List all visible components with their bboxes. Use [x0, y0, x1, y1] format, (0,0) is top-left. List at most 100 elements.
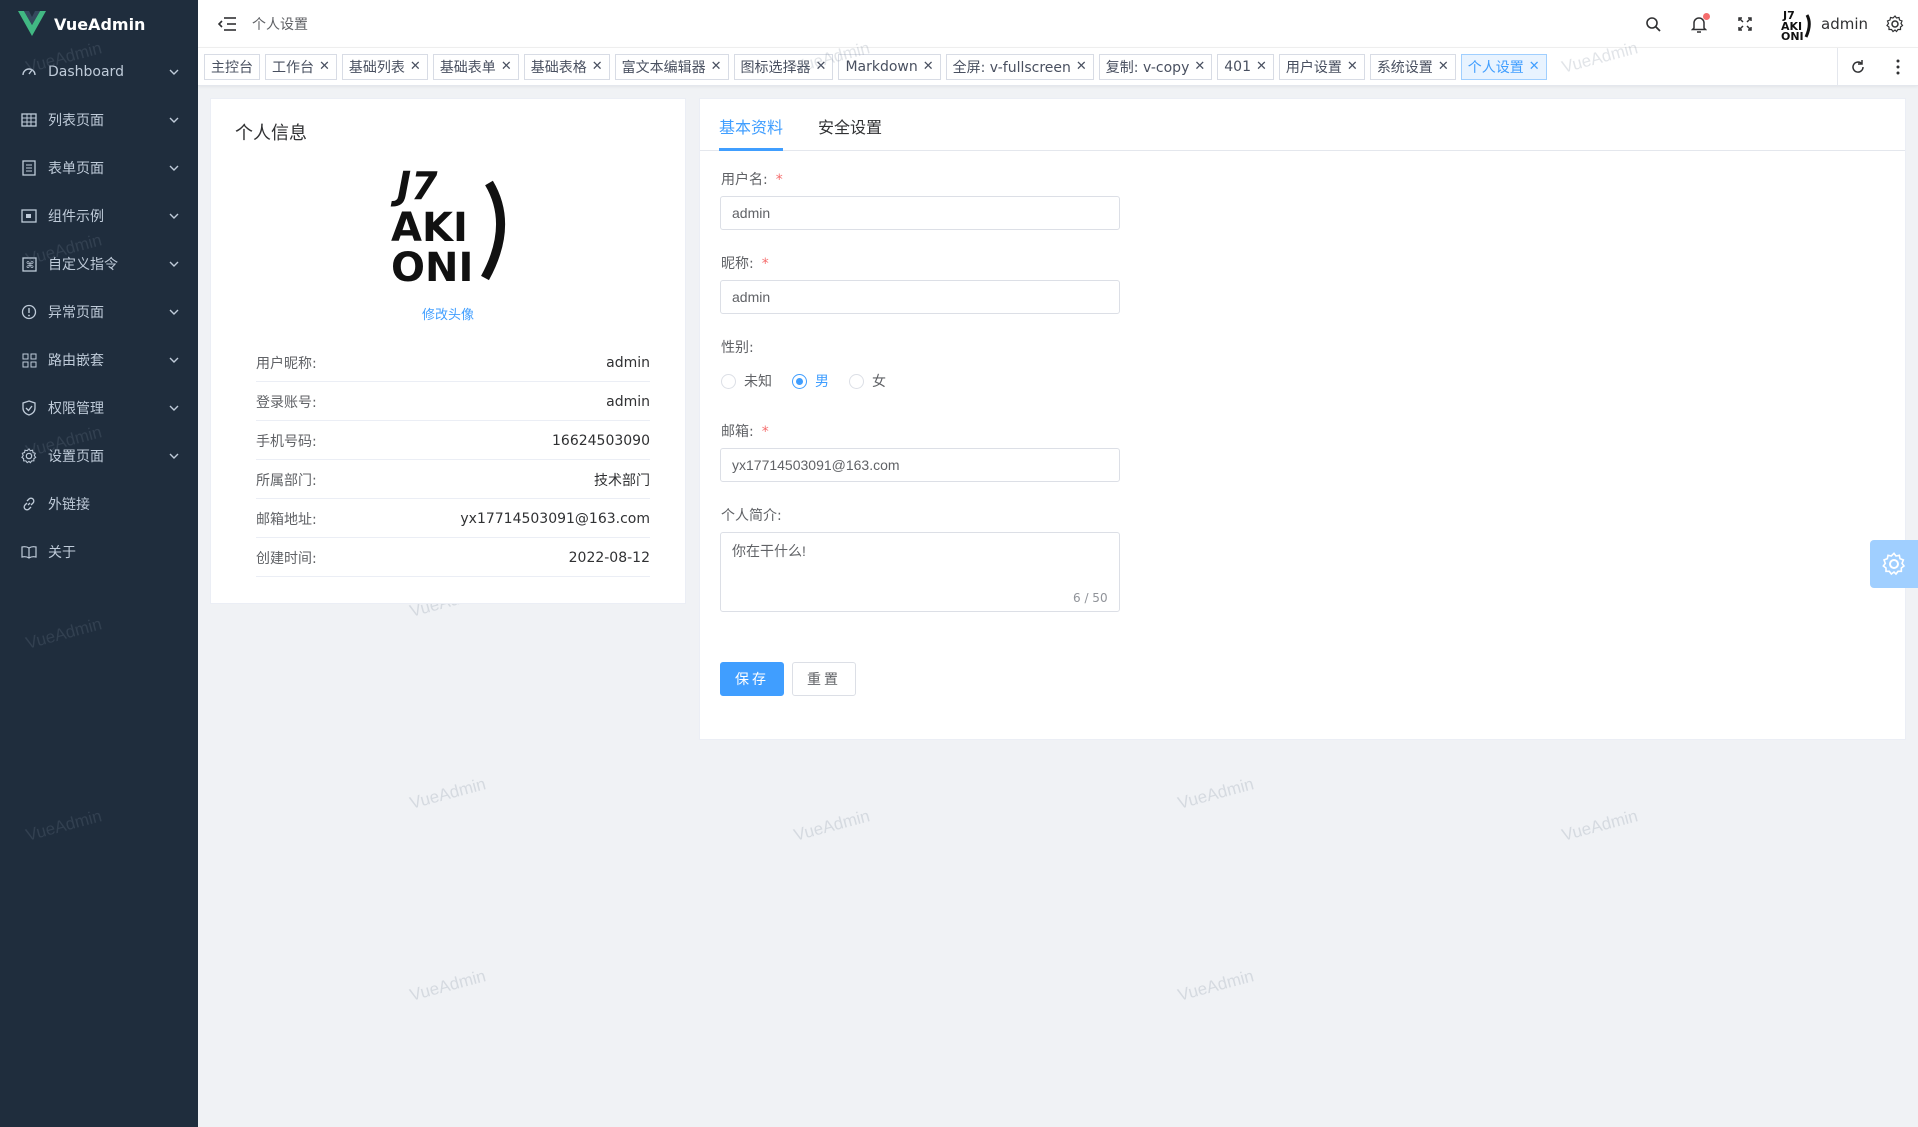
gender-radio-group: 未知 男 女 — [721, 371, 886, 391]
reset-button[interactable]: 重置 — [792, 662, 856, 696]
sidebar-item-label: 表单页面 — [48, 161, 104, 177]
sidebar-item-label: Dashboard — [48, 64, 124, 80]
save-button[interactable]: 保存 — [720, 662, 784, 696]
sidebar-menu: Dashboard 列表页面表单页面组件示例 ⌘ 自定义指令异常页面路由嵌套权限管理设… — [0, 48, 198, 576]
svg-text:J7: J7 — [390, 164, 438, 208]
tag-item[interactable]: 系统设置 ✕ — [1369, 53, 1456, 80]
sidebar-item-label: 异常页面 — [48, 305, 104, 321]
tab-security[interactable]: 安全设置 — [818, 114, 882, 138]
sidebar-item-10[interactable]: 关于 — [0, 528, 198, 576]
settings-drawer-button[interactable] — [1870, 540, 1918, 588]
tag-item[interactable]: 图标选择器 ✕ — [733, 53, 834, 80]
link-icon — [20, 495, 38, 513]
sidebar-item-6[interactable]: 路由嵌套 — [0, 336, 198, 384]
tag-item[interactable]: 全屏: v-fullscreen ✕ — [945, 53, 1094, 80]
close-icon[interactable]: ✕ — [501, 59, 512, 74]
info-value: admin — [606, 354, 650, 371]
tags-list: 主控台 工作台 ✕ 基础列表 ✕ 基础表单 ✕ 基础表格 ✕ 富文本编辑器 ✕ 图标选择器 ✕ Markd… — [204, 53, 1552, 80]
tag-item[interactable]: 复制: v-copy ✕ — [1098, 53, 1213, 80]
sidebar: VueAdmin Dashboard 列表页面表单页面组件示例 ⌘ 自定义指令异常页面… — [0, 0, 198, 1127]
bio-textarea[interactable]: 你在干什么! — [720, 532, 1120, 612]
refresh-icon[interactable] — [1838, 48, 1878, 86]
component-icon — [20, 207, 38, 225]
close-icon[interactable]: ✕ — [1194, 59, 1205, 74]
close-icon[interactable]: ✕ — [410, 59, 421, 74]
change-avatar-link[interactable]: 修改头像 — [211, 304, 685, 323]
tab-basic-info[interactable]: 基本资料 — [719, 114, 783, 138]
info-value: 技术部门 — [594, 472, 650, 489]
tag-item[interactable]: 个人设置 ✕ — [1460, 53, 1547, 80]
close-icon[interactable]: ✕ — [1256, 59, 1267, 74]
fullscreen-icon[interactable] — [1735, 14, 1755, 34]
search-icon[interactable] — [1643, 14, 1663, 34]
info-key: 登录账号: — [256, 394, 317, 411]
close-icon[interactable]: ✕ — [923, 59, 934, 74]
tag-item[interactable]: 工作台 ✕ — [265, 53, 337, 80]
close-icon[interactable]: ✕ — [592, 59, 603, 74]
close-icon[interactable]: ✕ — [816, 59, 827, 74]
tag-item[interactable]: 基础列表 ✕ — [341, 53, 428, 80]
close-icon[interactable]: ✕ — [319, 59, 330, 74]
tag-item[interactable]: 富文本编辑器 ✕ — [614, 53, 729, 80]
gender-radio-female[interactable]: 女 — [849, 371, 886, 391]
close-icon[interactable]: ✕ — [1076, 59, 1087, 74]
gear-icon — [1882, 552, 1906, 576]
chevron-down-icon — [168, 450, 180, 462]
nickname-input[interactable] — [720, 280, 1120, 314]
sidebar-item-label: 路由嵌套 — [48, 353, 104, 369]
sidebar-item-3[interactable]: 组件示例 — [0, 192, 198, 240]
tag-item[interactable]: Markdown ✕ — [838, 53, 941, 80]
sidebar-item-1[interactable]: 列表页面 — [0, 96, 198, 144]
app-logo[interactable]: VueAdmin — [0, 0, 198, 48]
tag-label: 工作台 — [272, 59, 314, 76]
bell-icon[interactable] — [1689, 12, 1710, 34]
sidebar-item-label: 关于 — [48, 545, 76, 561]
sidebar-item-5[interactable]: 异常页面 — [0, 288, 198, 336]
tag-item[interactable]: 基础表单 ✕ — [432, 53, 519, 80]
email-input[interactable] — [720, 448, 1120, 482]
sidebar-item-2[interactable]: 表单页面 — [0, 144, 198, 192]
gender-radio-unknown[interactable]: 未知 — [721, 371, 772, 391]
tag-item[interactable]: 401 ✕ — [1217, 53, 1274, 80]
dashboard-icon — [20, 63, 38, 81]
gender-radio-male[interactable]: 男 — [792, 371, 829, 391]
tag-item[interactable]: 主控台 — [204, 53, 260, 80]
sidebar-item-7[interactable]: 权限管理 — [0, 384, 198, 432]
gear-icon[interactable] — [1886, 14, 1906, 34]
info-key: 用户昵称: — [256, 355, 317, 372]
sidebar-item-8[interactable]: 设置页面 — [0, 432, 198, 480]
menu-fold-icon[interactable] — [218, 14, 238, 34]
sidebar-item-4[interactable]: ⌘ 自定义指令 — [0, 240, 198, 288]
list-icon — [20, 159, 38, 177]
card-title: 个人信息 — [235, 123, 307, 144]
tag-label: 主控台 — [211, 59, 253, 76]
username-label[interactable]: admin — [1821, 15, 1868, 33]
avatar[interactable]: J7 AKI ONI — [1779, 7, 1813, 41]
app-name: VueAdmin — [54, 14, 146, 34]
watermark-text: VueAdmin — [1175, 774, 1256, 813]
bio-label: 个人简介: — [721, 508, 782, 524]
profile-avatar: J7 AKI ONI — [390, 164, 506, 285]
info-key: 所属部门: — [256, 472, 317, 489]
profile-info-row: 邮箱地址: yx17714503091@163.com — [256, 500, 650, 538]
sidebar-item-9[interactable]: 外链接 — [0, 480, 198, 528]
close-icon[interactable]: ✕ — [1438, 59, 1449, 74]
active-tab-indicator — [719, 148, 783, 151]
watermark-text: VueAdmin — [1175, 966, 1256, 1005]
svg-text:ONI: ONI — [391, 245, 473, 285]
chevron-down-icon — [168, 402, 180, 414]
close-icon[interactable]: ✕ — [1347, 59, 1358, 74]
close-icon[interactable]: ✕ — [711, 59, 722, 74]
sidebar-item-0[interactable]: Dashboard — [0, 48, 198, 96]
breadcrumb[interactable]: 个人设置 — [252, 14, 1617, 34]
more-vertical-icon[interactable] — [1878, 48, 1918, 86]
gender-label: 性别: — [721, 340, 754, 356]
tag-item[interactable]: 基础表格 ✕ — [523, 53, 610, 80]
tag-label: 401 — [1224, 58, 1251, 75]
tag-label: 富文本编辑器 — [621, 59, 706, 76]
info-key: 邮箱地址: — [256, 511, 317, 528]
tag-label: Markdown — [845, 58, 918, 75]
tag-item[interactable]: 用户设置 ✕ — [1278, 53, 1365, 80]
close-icon[interactable]: ✕ — [1529, 59, 1540, 74]
username-input[interactable] — [720, 196, 1120, 230]
